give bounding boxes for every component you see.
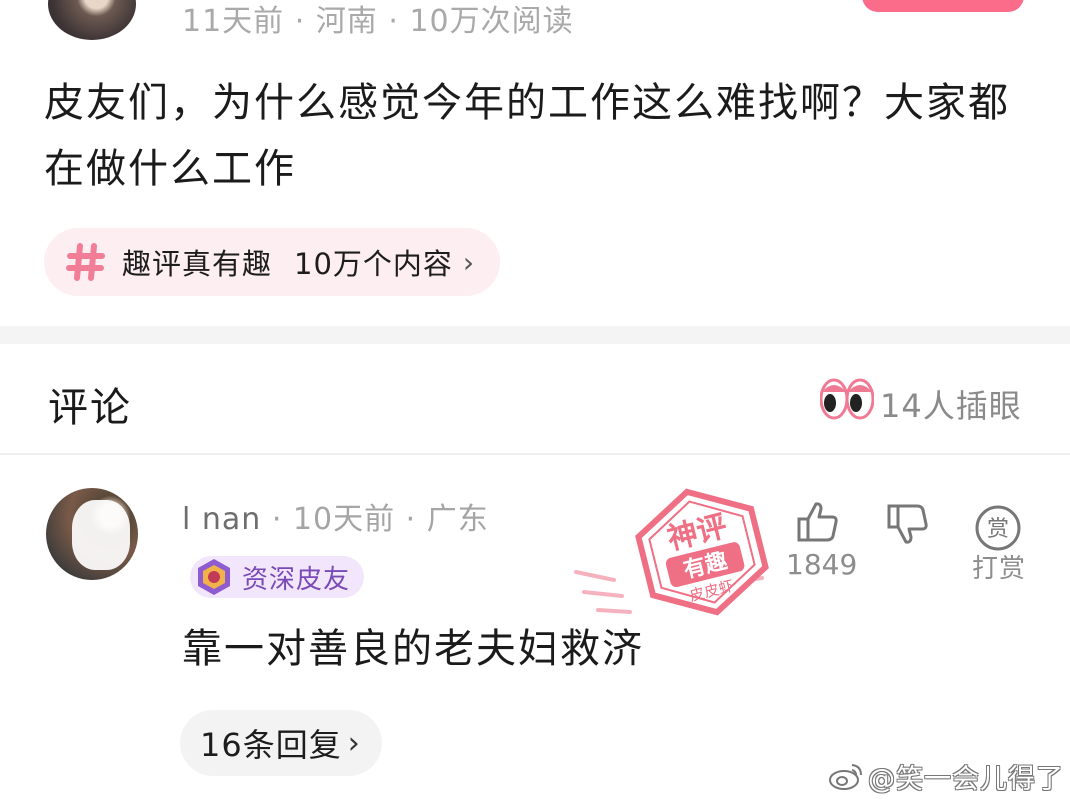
comment-time: 10天前: [292, 502, 396, 537]
eyes-icon: [820, 378, 874, 420]
topic-chip[interactable]: 趣评真有趣 10万个内容 ›: [44, 228, 501, 296]
reward-icon-char: 赏: [987, 517, 1009, 542]
weibo-icon: [829, 764, 862, 790]
replies-count: 16条回复: [200, 726, 342, 764]
comment-meta: l nan · 10天前 · 广东: [182, 502, 489, 537]
post-reads: 10万次阅读: [409, 4, 574, 39]
topic-count: 10万个内容: [294, 247, 453, 281]
user-level-badge[interactable]: 资深皮友: [190, 556, 365, 598]
post-time: 11天前: [182, 4, 285, 39]
reward-icon[interactable]: 赏: [974, 504, 1022, 552]
follow-button[interactable]: [862, 0, 1024, 12]
post-location: 河南: [315, 4, 378, 39]
topic-name: 趣评真有趣: [122, 247, 273, 281]
chevron-right-icon: ›: [462, 245, 475, 279]
watermark-text: @笑一会儿得了: [868, 763, 1064, 795]
author-avatar[interactable]: [48, 0, 136, 40]
comment-text[interactable]: 靠一对善良的老夫妇救济: [182, 616, 644, 674]
divider: [0, 453, 1070, 455]
like-count: 1849: [786, 548, 858, 581]
post-meta: 11天前 · 河南 · 10万次阅读: [182, 4, 574, 39]
badge-icon: [198, 559, 230, 595]
god-comment-stamp: 神评 有趣 皮皮虾: [635, 488, 769, 616]
thumb-down-icon[interactable]: [884, 500, 932, 548]
avatar-redaction: [72, 500, 130, 570]
watermark: @笑一会儿得了: [828, 758, 1064, 795]
view-replies-button[interactable]: 16条回复 ›: [180, 710, 382, 776]
comments-title: 评论: [48, 385, 132, 431]
commenter-avatar[interactable]: [46, 488, 138, 580]
commenter-name[interactable]: l nan: [182, 502, 261, 537]
comment-location: 广东: [426, 502, 489, 537]
peek-count[interactable]: 14人插眼: [880, 381, 1022, 427]
section-separator: [0, 326, 1070, 344]
reward-label: 打赏: [972, 554, 1027, 584]
badge-label: 资深皮友: [242, 564, 351, 595]
thumb-up-icon[interactable]: [794, 498, 842, 546]
post-title[interactable]: 皮友们，为什么感觉今年的工作这么难找啊？大家都在做什么工作: [44, 70, 1044, 202]
chevron-right-icon: ›: [347, 725, 360, 761]
hashtag-icon: [66, 243, 105, 281]
